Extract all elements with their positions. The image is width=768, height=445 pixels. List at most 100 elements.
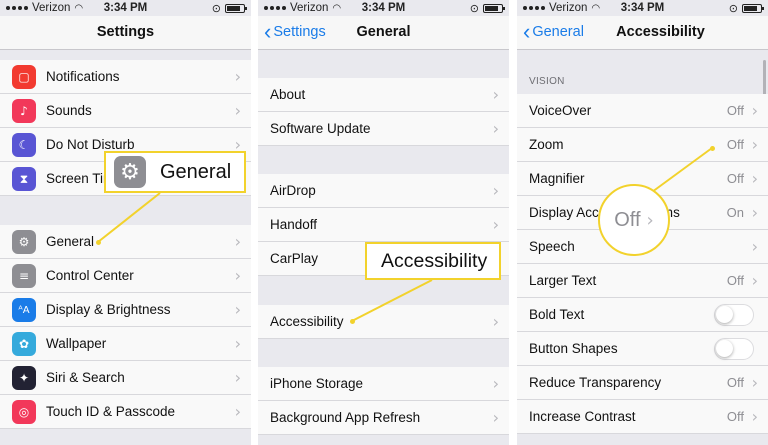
row-value: Off	[726, 273, 744, 288]
row-label: Touch ID & Passcode	[46, 404, 176, 419]
orientation-lock-icon: ⊙	[469, 3, 479, 15]
accessibility-row-zoom[interactable]: Zoom Off ›	[517, 128, 768, 162]
row-label: Notifications	[46, 69, 120, 84]
switches-icon: ≡	[12, 264, 36, 288]
navigation-bar: ‹ Settings General	[258, 16, 509, 50]
navigation-bar: ‹ General Accessibility	[517, 16, 768, 50]
fingerprint-icon: ◎	[12, 400, 36, 424]
status-bar: Verizon ◠ 3:34 PM ⊙	[258, 0, 509, 16]
settings-row-control-center[interactable]: ≡ Control Center ›	[0, 259, 251, 293]
status-bar: Verizon ◠ 3:34 PM ⊙	[517, 0, 768, 16]
chevron-right-icon: ›	[234, 300, 241, 319]
battery-icon	[742, 4, 764, 13]
gear-icon: ⚙	[114, 156, 146, 188]
gear-icon: ⚙	[12, 230, 36, 254]
bold-text-toggle[interactable]	[714, 304, 754, 326]
row-label: AirDrop	[270, 183, 316, 198]
row-value: On	[726, 205, 744, 220]
button-shapes-toggle[interactable]	[714, 338, 754, 360]
chevron-right-icon: ›	[751, 101, 758, 120]
settings-row-siri-search[interactable]: ✦ Siri & Search ›	[0, 361, 251, 395]
row-label: General	[46, 234, 95, 249]
general-row-airdrop[interactable]: AirDrop ›	[258, 174, 509, 208]
chevron-right-icon: ›	[234, 67, 241, 86]
accessibility-row-reduce-transparency[interactable]: Reduce Transparency Off ›	[517, 366, 768, 400]
row-label: VoiceOver	[529, 103, 592, 118]
accessibility-row-bold-text: Bold Text	[517, 298, 768, 332]
chevron-right-icon: ›	[492, 181, 499, 200]
sounds-icon: ♪	[12, 99, 36, 123]
row-label: Software Update	[270, 121, 371, 136]
chevron-right-icon: ›	[234, 334, 241, 353]
chevron-right-icon: ›	[646, 209, 654, 231]
bubble-value: Off	[614, 208, 641, 231]
settings-panel: Verizon ◠ 3:34 PM ⊙ Settings ▢ Notificati…	[0, 0, 251, 445]
toggle-knob	[716, 306, 733, 323]
accessibility-row-increase-contrast[interactable]: Increase Contrast Off ›	[517, 400, 768, 434]
battery-icon	[225, 4, 247, 13]
row-value: Off	[726, 409, 744, 424]
settings-row-general[interactable]: ⚙ General ›	[0, 225, 251, 259]
accessibility-pointer-dot	[350, 319, 355, 324]
settings-row-sounds[interactable]: ♪ Sounds ›	[0, 94, 251, 128]
navigation-bar: Settings	[0, 16, 251, 50]
row-label: Display & Brightness	[46, 302, 171, 317]
orientation-lock-icon: ⊙	[728, 3, 738, 15]
settings-row-touch-id[interactable]: ◎ Touch ID & Passcode ›	[0, 395, 251, 429]
chevron-right-icon: ›	[234, 232, 241, 251]
row-label: Speech	[529, 239, 575, 254]
toggle-knob	[716, 340, 733, 357]
row-label: About	[270, 87, 306, 102]
moon-icon: ☾	[12, 133, 36, 157]
chevron-right-icon: ›	[751, 407, 758, 426]
chevron-right-icon: ›	[751, 169, 758, 188]
siri-icon: ✦	[12, 366, 36, 390]
chevron-right-icon: ›	[492, 119, 499, 138]
row-value: Off	[726, 103, 744, 118]
row-label: Wallpaper	[46, 336, 107, 351]
row-value: Off	[726, 137, 744, 152]
section-header-vision: VISION	[529, 76, 565, 87]
accessibility-callout: Accessibility	[365, 242, 501, 280]
row-label: Reduce Transparency	[529, 375, 662, 390]
general-row-handoff[interactable]: Handoff ›	[258, 208, 509, 242]
accessibility-row-larger-text[interactable]: Larger Text Off ›	[517, 264, 768, 298]
chevron-right-icon: ›	[492, 408, 499, 427]
general-pointer-dot	[96, 240, 101, 245]
page-title: General	[356, 24, 411, 40]
orientation-lock-icon: ⊙	[211, 3, 221, 15]
general-row-background-app-refresh[interactable]: Background App Refresh ›	[258, 401, 509, 435]
settings-row-display-brightness[interactable]: ᴬA Display & Brightness ›	[0, 293, 251, 327]
row-label: Sounds	[46, 103, 92, 118]
settings-row-notifications[interactable]: ▢ Notifications ›	[0, 60, 251, 94]
general-row-iphone-storage[interactable]: iPhone Storage ›	[258, 367, 509, 401]
page-title: Settings	[96, 24, 155, 40]
accessibility-row-voiceover[interactable]: VoiceOver Off ›	[517, 94, 768, 128]
general-row-about[interactable]: About ›	[258, 78, 509, 112]
chevron-right-icon: ›	[234, 402, 241, 421]
status-bar: Verizon ◠ 3:34 PM ⊙	[0, 0, 251, 16]
row-label: CarPlay	[270, 251, 319, 266]
general-callout: ⚙ General	[104, 151, 246, 193]
row-label: Bold Text	[529, 307, 585, 322]
zoom-pointer-dot	[710, 146, 715, 151]
row-label: iPhone Storage	[270, 376, 364, 391]
general-row-software-update[interactable]: Software Update ›	[258, 112, 509, 146]
chevron-right-icon: ›	[751, 373, 758, 392]
chevron-right-icon: ›	[234, 101, 241, 120]
battery-icon	[483, 4, 505, 13]
row-label: Siri & Search	[46, 370, 125, 385]
settings-row-wallpaper[interactable]: ✿ Wallpaper ›	[0, 327, 251, 361]
row-value: Off	[726, 375, 744, 390]
chevron-right-icon: ›	[751, 203, 758, 222]
chevron-right-icon: ›	[751, 135, 758, 154]
row-label: Magnifier	[529, 171, 585, 186]
general-panel: Verizon ◠ 3:34 PM ⊙ ‹ Settings General Abo…	[258, 0, 509, 445]
flower-icon: ✿	[12, 332, 36, 356]
row-label: Accessibility	[270, 314, 344, 329]
text-size-icon: ᴬA	[12, 298, 36, 322]
chevron-right-icon: ›	[492, 374, 499, 393]
row-label: Control Center	[46, 268, 134, 283]
general-row-accessibility[interactable]: Accessibility ›	[258, 305, 509, 339]
row-label: Larger Text	[529, 273, 597, 288]
